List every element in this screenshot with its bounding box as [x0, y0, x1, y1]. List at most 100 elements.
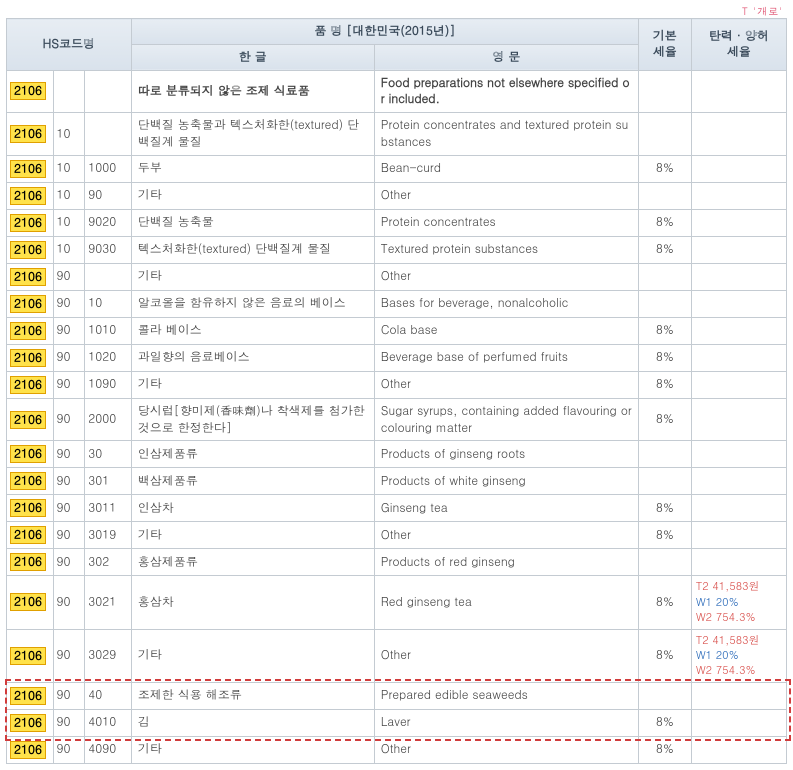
flex-rate — [691, 522, 786, 549]
hscode-col1[interactable]: 2106 — [7, 155, 54, 182]
desc-english: Ginseng tea — [374, 495, 638, 522]
hscode-col2: 90 — [53, 522, 85, 549]
hscode-col1[interactable]: 2106 — [7, 290, 54, 317]
flex-rate — [691, 155, 786, 182]
base-rate: 8% — [639, 398, 692, 441]
hscode-col1[interactable]: 2106 — [7, 113, 54, 156]
desc-english: Other — [374, 182, 638, 209]
hscode-col1[interactable]: 2106 — [7, 182, 54, 209]
hscode-col3 — [85, 70, 132, 113]
desc-english: Products of white ginseng — [374, 468, 638, 495]
hscode-col1[interactable]: 2106 — [7, 468, 54, 495]
hscode-col1[interactable]: 2106 — [7, 344, 54, 371]
hscode-col2: 90 — [53, 371, 85, 398]
hscode-col1[interactable]: 2106 — [7, 709, 54, 736]
hscode-col2: 10 — [53, 182, 85, 209]
desc-korean: 인삼제품류 — [131, 441, 374, 468]
hscode-highlight: 2106 — [10, 499, 46, 517]
hscode-col1[interactable]: 2106 — [7, 236, 54, 263]
hscode-col3: 2000 — [85, 398, 132, 441]
flex-rate — [691, 468, 786, 495]
hscode-col1[interactable]: 2106 — [7, 522, 54, 549]
base-rate: 8% — [639, 371, 692, 398]
hscode-highlight: 2106 — [10, 553, 46, 571]
hscode-col1[interactable]: 2106 — [7, 549, 54, 576]
desc-english: Bases for beverage, nonalcoholic — [374, 290, 638, 317]
hscode-col1[interactable]: 2106 — [7, 629, 54, 682]
table-row: 210690301백삼제품류Products of white ginseng — [7, 468, 787, 495]
hscode-col2: 90 — [53, 263, 85, 290]
flex-rate — [691, 236, 786, 263]
hscode-col3: 3019 — [85, 522, 132, 549]
hscode-highlight: 2106 — [10, 526, 46, 544]
hscode-col1[interactable]: 2106 — [7, 209, 54, 236]
desc-korean: 조제한 식용 해조류 — [131, 682, 374, 709]
table-row: 21069040조제한 식용 해조류Prepared edible seawee… — [7, 682, 787, 709]
hscode-col3: 302 — [85, 549, 132, 576]
flex-rate: T2 41,583원W1 20%W2 754.3% — [691, 576, 786, 629]
desc-korean: 홍삼제품류 — [131, 549, 374, 576]
hscode-col3: 1010 — [85, 317, 132, 344]
flex-rate-line: W1 20% — [696, 595, 782, 610]
header-korean: 한 글 — [131, 44, 374, 70]
hscode-highlight: 2106 — [10, 322, 46, 340]
flex-rate — [691, 398, 786, 441]
desc-english: Sugar syrups, containing added flavourin… — [374, 398, 638, 441]
base-rate: 8% — [639, 236, 692, 263]
base-rate — [639, 549, 692, 576]
hscode-highlight: 2106 — [10, 593, 46, 611]
desc-english: Other — [374, 263, 638, 290]
hscode-col2: 90 — [53, 549, 85, 576]
flex-rate — [691, 182, 786, 209]
flex-rate-line: T2 41,583원 — [696, 579, 782, 594]
base-rate: 8% — [639, 576, 692, 629]
hscode-col3 — [85, 263, 132, 290]
hscode-col2: 90 — [53, 344, 85, 371]
desc-english: Protein concentrates and textured protei… — [374, 113, 638, 156]
hscode-col1[interactable]: 2106 — [7, 682, 54, 709]
hscode-col2: 90 — [53, 398, 85, 441]
flex-rate — [691, 290, 786, 317]
desc-english: Beverage base of perfumed fruits — [374, 344, 638, 371]
hscode-col3: 40 — [85, 682, 132, 709]
desc-korean: 텍스처화한(textured) 단백질계 물질 — [131, 236, 374, 263]
hscode-col2: 90 — [53, 468, 85, 495]
hscode-col3: 4010 — [85, 709, 132, 736]
flex-rate-line: W2 754.3% — [696, 663, 782, 678]
hscode-highlight: 2106 — [10, 268, 46, 286]
base-rate — [639, 263, 692, 290]
table-row: 2106903021홍삼차Red ginseng tea8%T2 41,583원… — [7, 576, 787, 629]
desc-korean: 기타 — [131, 182, 374, 209]
flex-rate-line: T2 41,583원 — [696, 633, 782, 648]
hscode-col1[interactable]: 2106 — [7, 398, 54, 441]
table-row: 2106101000두부Bean-curd8% — [7, 155, 787, 182]
hscode-col1[interactable]: 2106 — [7, 441, 54, 468]
table-row: 210690302홍삼제품류Products of red ginseng — [7, 549, 787, 576]
desc-korean: 기타 — [131, 522, 374, 549]
hscode-col1[interactable]: 2106 — [7, 317, 54, 344]
hscode-highlight: 2106 — [10, 214, 46, 232]
base-rate: 8% — [639, 736, 692, 763]
hscode-col1[interactable]: 2106 — [7, 495, 54, 522]
hscode-highlight: 2106 — [10, 687, 46, 705]
hscode-highlight: 2106 — [10, 647, 46, 665]
desc-english: Prepared edible seaweeds — [374, 682, 638, 709]
table-row: 2106따로 분류되지 않은 조제 식료품Food preparations n… — [7, 70, 787, 113]
table-row: 2106904010김Laver8% — [7, 709, 787, 736]
hscode-highlight: 2106 — [10, 187, 46, 205]
hscode-highlight: 2106 — [10, 295, 46, 313]
hscode-col1[interactable]: 2106 — [7, 371, 54, 398]
hscode-col1[interactable]: 2106 — [7, 263, 54, 290]
desc-korean: 기타 — [131, 263, 374, 290]
desc-english: Other — [374, 522, 638, 549]
desc-korean: 두부 — [131, 155, 374, 182]
desc-korean: 따로 분류되지 않은 조제 식료품 — [131, 70, 374, 113]
desc-korean: 단백질 농축물과 텍스처화한(textured) 단백질계 물질 — [131, 113, 374, 156]
hscode-highlight: 2106 — [10, 349, 46, 367]
base-rate — [639, 290, 692, 317]
base-rate: 8% — [639, 209, 692, 236]
hscode-col1[interactable]: 2106 — [7, 70, 54, 113]
hscode-col1[interactable]: 2106 — [7, 736, 54, 763]
hscode-col1[interactable]: 2106 — [7, 576, 54, 629]
hscode-col2: 90 — [53, 290, 85, 317]
